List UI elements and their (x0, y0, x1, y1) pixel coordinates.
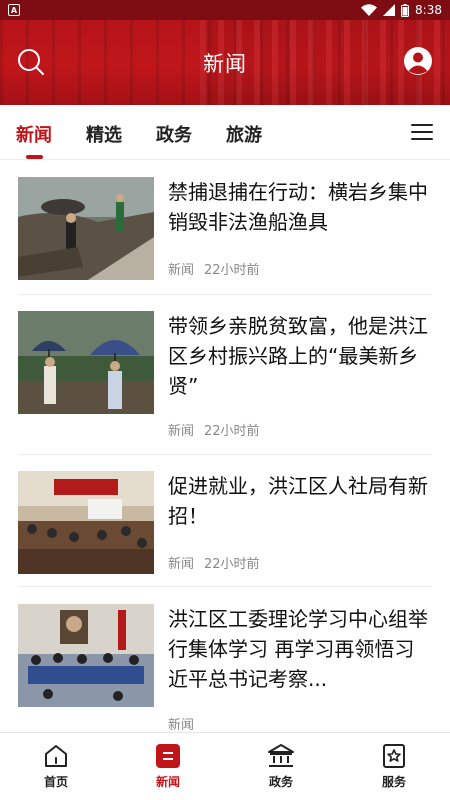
news-thumbnail (18, 177, 154, 280)
news-thumbnail (18, 311, 154, 414)
tab-featured[interactable]: 精选 (86, 121, 122, 147)
bottom-navigation: 首页 新闻 政务 服务 (0, 732, 450, 800)
nav-label: 政务 (268, 775, 293, 789)
news-time: 22小时前 (204, 424, 260, 439)
news-source: 新闻 (168, 557, 195, 572)
news-time: 22小时前 (204, 557, 260, 572)
news-time: 22小时前 (204, 263, 260, 278)
news-source: 新闻 (168, 424, 195, 439)
status-bar: A 8:38 (0, 0, 450, 20)
divider (18, 586, 432, 587)
news-meta: 新闻 (168, 714, 214, 732)
news-thumbnail (18, 471, 154, 574)
user-avatar-icon[interactable] (403, 46, 433, 76)
home-icon (45, 745, 67, 767)
nav-service[interactable]: 服务 (364, 743, 424, 790)
service-icon (383, 744, 405, 768)
news-icon (156, 744, 180, 768)
app-header: 新闻 (0, 20, 450, 105)
hamburger-menu-icon[interactable] (411, 124, 433, 142)
news-item[interactable]: 禁捕退捕在行动：横岩乡集中销毁非法渔船渔具 新闻 22小时前 (18, 177, 432, 295)
news-meta: 新闻 22小时前 (168, 553, 270, 572)
news-item[interactable]: 促进就业，洪江区人社局有新招！ 新闻 22小时前 (18, 471, 432, 587)
divider (18, 454, 432, 455)
tab-news[interactable]: 新闻 (16, 121, 52, 147)
news-source: 新闻 (168, 718, 195, 732)
nav-label: 新闻 (155, 775, 180, 789)
category-tabs: 新闻 精选 政务 旅游 (0, 105, 450, 160)
news-list: 禁捕退捕在行动：横岩乡集中销毁非法渔船渔具 新闻 22小时前 带领乡亲脱贫致富，他… (0, 160, 450, 732)
status-time: 8:38 (415, 3, 442, 17)
news-item[interactable]: 带领乡亲脱贫致富，他是洪江区乡村振兴路上的“最美新乡贤” 新闻 22小时前 (18, 311, 432, 455)
nav-label: 服务 (381, 775, 406, 789)
government-building-icon (268, 744, 294, 767)
nav-home[interactable]: 首页 (26, 743, 86, 790)
divider (18, 294, 432, 295)
notification-app-icon: A (8, 4, 20, 16)
signal-icon (383, 4, 396, 16)
page-title: 新闻 (203, 51, 247, 76)
nav-government[interactable]: 政务 (251, 743, 311, 790)
news-title: 禁捕退捕在行动：横岩乡集中销毁非法渔船渔具 (168, 180, 428, 234)
news-item[interactable]: 洪江区工委理论学习中心组举行集体学习 再学习再领悟习近平总书记考察... 新闻 (18, 604, 432, 732)
news-meta: 新闻 22小时前 (168, 259, 270, 278)
nav-news[interactable]: 新闻 (138, 743, 198, 790)
active-tab-indicator (26, 155, 43, 159)
nav-label: 首页 (43, 775, 68, 789)
wifi-icon (361, 4, 378, 16)
news-meta: 新闻 22小时前 (168, 420, 270, 439)
battery-icon (401, 3, 410, 17)
news-source: 新闻 (168, 263, 195, 278)
news-thumbnail (18, 604, 154, 707)
news-title: 带领乡亲脱贫致富，他是洪江区乡村振兴路上的“最美新乡贤” (168, 314, 428, 398)
news-title: 促进就业，洪江区人社局有新招！ (168, 474, 428, 528)
search-icon[interactable] (16, 47, 46, 77)
tab-government[interactable]: 政务 (156, 121, 192, 147)
news-title: 洪江区工委理论学习中心组举行集体学习 再学习再领悟习近平总书记考察... (168, 607, 428, 691)
tab-tourism[interactable]: 旅游 (226, 121, 262, 147)
